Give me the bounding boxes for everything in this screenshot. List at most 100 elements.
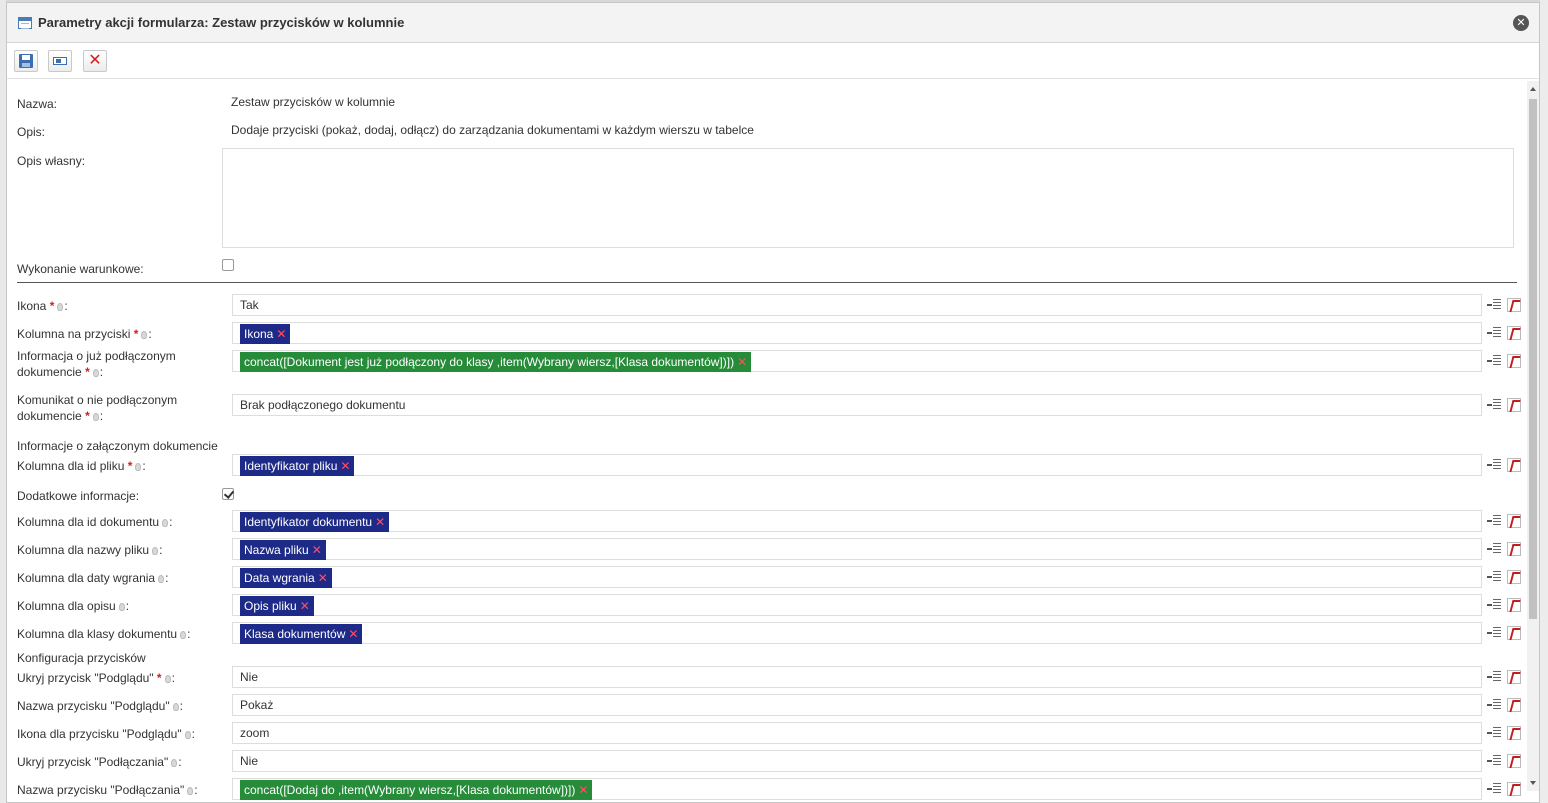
function-editor-icon[interactable] [1507,298,1521,312]
insert-variable-icon[interactable] [1487,727,1501,739]
field-input[interactable]: concat([Dodaj do ,item(Wybrany wiersz,[K… [232,778,1482,800]
insert-variable-icon[interactable] [1487,459,1501,471]
field-label-text: Kolumna dla daty wgrania [17,571,156,585]
field-input[interactable]: zoom [232,722,1482,744]
field-input[interactable]: Tak [232,294,1482,316]
field-input[interactable]: Brak podłączonego dokumentu [232,394,1482,416]
insert-variable-icon[interactable] [1487,783,1501,795]
hint-bulb-icon[interactable] [171,759,178,767]
hint-bulb-icon[interactable] [141,331,148,339]
scrollbar-thumb[interactable] [1529,99,1537,619]
function-editor-icon[interactable] [1507,514,1521,528]
value-chip[interactable]: Identyfikator pliku ✕ [240,456,355,476]
field-input[interactable]: Nie [232,750,1482,772]
cancel-button[interactable]: ✕ [83,50,107,72]
insert-variable-icon[interactable] [1487,599,1501,611]
field-input[interactable]: Pokaż [232,694,1482,716]
insert-variable-icon[interactable] [1487,755,1501,767]
function-editor-icon[interactable] [1507,458,1521,472]
field-input[interactable]: Ikona ✕ [232,322,1482,344]
remove-chip-icon[interactable]: ✕ [578,783,588,797]
hint-bulb-icon[interactable] [158,575,165,583]
insert-variable-icon[interactable] [1487,571,1501,583]
field-actions [1487,326,1527,340]
save-button[interactable] [14,50,38,72]
remove-chip-icon[interactable]: ✕ [737,355,747,369]
field-input[interactable]: concat([Dokument jest już podłączony do … [232,350,1482,372]
hint-bulb-icon[interactable] [184,731,191,739]
insert-variable-icon[interactable] [1487,399,1501,411]
function-editor-icon[interactable] [1507,670,1521,684]
hint-bulb-icon[interactable] [92,369,99,377]
function-editor-icon[interactable] [1507,326,1521,340]
field-input[interactable]: Identyfikator dokumentu ✕ [232,510,1482,532]
remove-chip-icon[interactable]: ✕ [340,459,350,473]
value-chip[interactable]: Identyfikator dokumentu ✕ [240,512,390,532]
function-editor-icon[interactable] [1507,398,1521,412]
function-editor-icon[interactable] [1507,542,1521,556]
extra-info-checkbox[interactable] [222,488,234,500]
remove-chip-icon[interactable]: ✕ [348,627,358,641]
value-chip[interactable]: concat([Dodaj do ,item(Wybrany wiersz,[K… [240,780,593,800]
hint-bulb-icon[interactable] [57,303,64,311]
insert-variable-icon[interactable] [1487,515,1501,527]
insert-variable-icon[interactable] [1487,355,1501,367]
insert-variable-icon[interactable] [1487,543,1501,555]
hint-bulb-icon[interactable] [172,703,179,711]
field-input[interactable]: Data wgrania ✕ [232,566,1482,588]
field-input[interactable]: Nie [232,666,1482,688]
value-chip[interactable]: Data wgrania ✕ [240,568,332,588]
remove-chip-icon[interactable]: ✕ [375,515,385,529]
value-chip[interactable]: Opis pliku ✕ [240,596,314,616]
scroll-up-arrow-icon[interactable] [1530,87,1536,91]
insert-variable-icon[interactable] [1487,627,1501,639]
field-input[interactable]: Nazwa pliku ✕ [232,538,1482,560]
hint-bulb-icon[interactable] [118,603,125,611]
hint-bulb-icon[interactable] [187,787,194,795]
function-editor-icon[interactable] [1507,598,1521,612]
own-description-textarea[interactable] [222,148,1514,248]
insert-variable-icon[interactable] [1487,299,1501,311]
hint-bulb-icon[interactable] [180,631,187,639]
field-label-text: Ukryj przycisk "Podglądu" [17,671,154,685]
function-editor-icon[interactable] [1507,726,1521,740]
function-editor-icon[interactable] [1507,698,1521,712]
hint-bulb-icon[interactable] [164,675,171,683]
value-chip[interactable]: Nazwa pliku ✕ [240,540,326,560]
remove-chip-icon[interactable]: ✕ [318,571,328,585]
function-editor-icon[interactable] [1507,570,1521,584]
chip-text: Data wgrania [244,571,315,585]
field-button[interactable] [48,50,72,72]
value-chip[interactable]: Ikona ✕ [240,324,291,344]
insert-variable-icon[interactable] [1487,327,1501,339]
insert-variable-icon[interactable] [1487,671,1501,683]
chip-text: concat([Dokument jest już podłączony do … [244,355,735,369]
function-editor-icon[interactable] [1507,782,1521,796]
value-chip[interactable]: Klasa dokumentów ✕ [240,624,363,644]
field-label: Nazwa przycisku "Podglądu": [17,698,222,714]
field-input[interactable]: Opis pliku ✕ [232,594,1482,616]
function-editor-icon[interactable] [1507,354,1521,368]
field-label: Ukryj przycisk "Podglądu" *: [17,670,222,686]
hint-bulb-icon[interactable] [152,547,159,555]
hint-bulb-icon[interactable] [162,519,169,527]
field-input[interactable]: Klasa dokumentów ✕ [232,622,1482,644]
dialog-title: Parametry akcji formularza: Zestaw przyc… [38,15,405,30]
conditional-checkbox[interactable] [222,259,234,271]
function-editor-icon[interactable] [1507,754,1521,768]
hint-bulb-icon[interactable] [92,413,99,421]
insert-variable-icon[interactable] [1487,699,1501,711]
function-editor-icon[interactable] [1507,626,1521,640]
label-colon: : [178,755,182,769]
scroll-down-arrow-icon[interactable] [1530,781,1536,785]
close-icon[interactable]: ✕ [1513,15,1529,31]
remove-chip-icon[interactable]: ✕ [300,599,310,613]
remove-chip-icon[interactable]: ✕ [276,327,286,341]
field-actions [1487,598,1527,612]
vertical-scrollbar[interactable] [1527,81,1539,791]
form-content: Nazwa: Zestaw przycisków w kolumnie Opis… [7,81,1527,802]
hint-bulb-icon[interactable] [135,463,142,471]
value-chip[interactable]: concat([Dokument jest już podłączony do … [240,352,752,372]
field-input[interactable]: Identyfikator pliku ✕ [232,454,1482,476]
remove-chip-icon[interactable]: ✕ [312,543,322,557]
